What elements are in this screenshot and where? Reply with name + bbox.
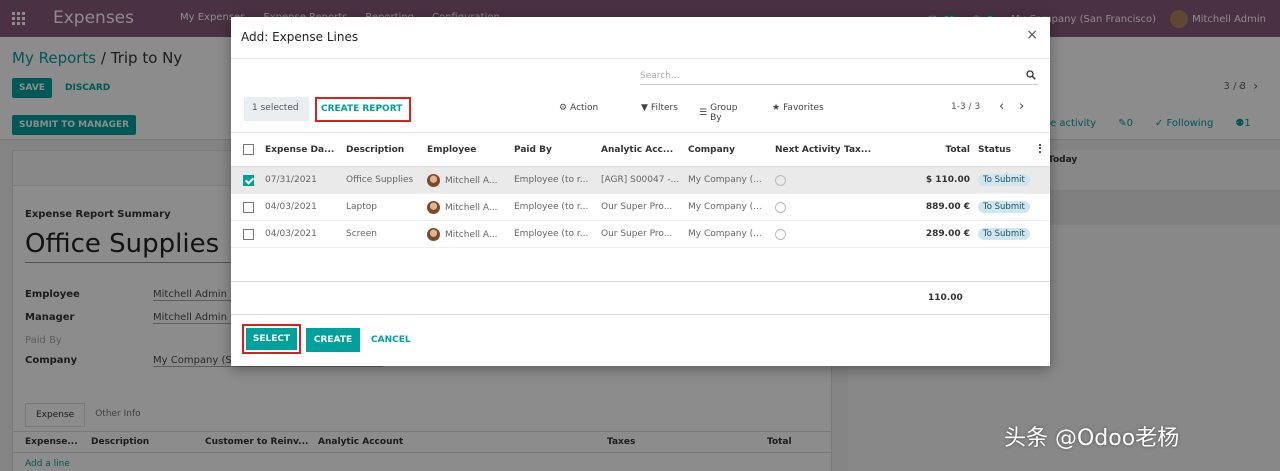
cell-status: To Submit bbox=[974, 166, 1035, 194]
cancel-button[interactable]: CANCEL bbox=[371, 328, 411, 352]
cell-date: 07/31/2021 bbox=[261, 166, 342, 194]
col-analytic-account[interactable]: Analytic Acc... bbox=[597, 132, 684, 167]
col-status[interactable]: Status bbox=[974, 132, 1035, 167]
cell-employee: Mitchell A... bbox=[423, 193, 510, 221]
cell-analytic: Our Super Pro... bbox=[597, 193, 684, 221]
cell-total: $ 110.00 bbox=[888, 166, 974, 194]
col-taxes[interactable]: Tax... bbox=[840, 132, 888, 167]
expense-lines-table: Expense Da... Description Employee Paid … bbox=[231, 132, 1050, 248]
cell-paid-by: Employee (to r... bbox=[510, 166, 597, 194]
cell-date: 04/03/2021 bbox=[261, 220, 342, 248]
cell-company: My Company (... bbox=[684, 193, 771, 221]
cell-analytic: [AGR] S00047 -... bbox=[597, 166, 684, 194]
cell-description: Laptop bbox=[342, 193, 423, 221]
cell-tax bbox=[840, 193, 888, 221]
cell-total: 289.00 € bbox=[888, 220, 974, 248]
table-row[interactable]: 04/03/2021 Laptop Mitchell A... Employee… bbox=[231, 193, 1050, 221]
row-checkbox[interactable] bbox=[231, 193, 261, 221]
select-button-highlight: SELECT bbox=[242, 324, 301, 354]
cell-paid-by: Employee (to r... bbox=[510, 220, 597, 248]
favorites-dropdown[interactable]: ★ Favorites bbox=[772, 103, 824, 113]
col-description[interactable]: Description bbox=[342, 132, 423, 167]
cell-status: To Submit bbox=[974, 220, 1035, 248]
col-employee[interactable]: Employee bbox=[423, 132, 510, 167]
table-row[interactable]: 04/03/2021 Screen Mitchell A... Employee… bbox=[231, 220, 1050, 248]
row-checkbox[interactable] bbox=[231, 220, 261, 248]
cell-total: 889.00 € bbox=[888, 193, 974, 221]
status-badge: To Submit bbox=[978, 201, 1030, 213]
pager-next-icon[interactable]: › bbox=[1019, 99, 1024, 114]
close-icon[interactable]: × bbox=[1026, 27, 1038, 43]
col-total[interactable]: Total bbox=[888, 132, 974, 167]
table-row[interactable]: 07/31/2021 Office Supplies Mitchell A...… bbox=[231, 166, 1050, 194]
search-input[interactable] bbox=[640, 67, 1020, 84]
modal-footer: SELECT CREATE CANCEL bbox=[231, 315, 1050, 366]
column-options-icon[interactable] bbox=[1035, 132, 1050, 167]
employee-avatar bbox=[427, 200, 440, 214]
group-by-icon: ☰ bbox=[699, 108, 708, 118]
status-badge: To Submit bbox=[978, 228, 1030, 240]
cell-tax bbox=[840, 166, 888, 194]
watermark: 头条 @Odoo老杨 bbox=[1004, 426, 1180, 451]
create-button[interactable]: CREATE bbox=[306, 328, 360, 352]
col-expense-date[interactable]: Expense Da... bbox=[261, 132, 342, 167]
filters-dropdown[interactable]: ▼ Filters bbox=[641, 103, 678, 113]
employee-avatar bbox=[427, 227, 440, 241]
cell-next-activity bbox=[771, 166, 840, 194]
clock-icon[interactable] bbox=[775, 228, 786, 240]
col-company[interactable]: Company bbox=[684, 132, 771, 167]
cell-employee: Mitchell A... bbox=[423, 220, 510, 248]
create-report-button[interactable]: CREATE REPORT bbox=[315, 97, 411, 122]
cell-date: 04/03/2021 bbox=[261, 193, 342, 221]
gear-icon: ⚙ bbox=[559, 103, 568, 113]
cell-company: My Company (... bbox=[684, 220, 771, 248]
checked-icon bbox=[243, 174, 254, 186]
clock-icon[interactable] bbox=[775, 174, 786, 186]
pager-prev-icon[interactable]: ‹ bbox=[999, 99, 1004, 114]
table-footer: 110.00 bbox=[231, 281, 1050, 315]
cell-description: Screen bbox=[342, 220, 423, 248]
cell-company: My Company (... bbox=[684, 166, 771, 194]
filter-icon: ▼ bbox=[641, 103, 648, 113]
cell-next-activity bbox=[771, 220, 840, 248]
footer-total: 110.00 bbox=[928, 293, 963, 303]
col-paid-by[interactable]: Paid By bbox=[510, 132, 597, 167]
cell-employee: Mitchell A... bbox=[423, 166, 510, 194]
action-dropdown[interactable]: ⚙ Action bbox=[559, 103, 598, 113]
select-button[interactable]: SELECT bbox=[246, 328, 297, 350]
select-all-checkbox[interactable] bbox=[231, 132, 261, 167]
star-icon: ★ bbox=[772, 103, 781, 113]
add-expense-lines-dialog: Add: Expense Lines × 1 selected CREATE R… bbox=[231, 17, 1050, 366]
modal-title: Add: Expense Lines bbox=[241, 30, 359, 44]
search-bar bbox=[640, 67, 1038, 85]
cell-paid-by: Employee (to r... bbox=[510, 193, 597, 221]
table-header-row: Expense Da... Description Employee Paid … bbox=[231, 132, 1050, 167]
modal-header: Add: Expense Lines × bbox=[231, 17, 1050, 59]
col-next-activity[interactable]: Next Activity bbox=[771, 132, 840, 167]
cell-next-activity bbox=[771, 193, 840, 221]
modal-pager[interactable]: 1-3 / 3 bbox=[951, 102, 980, 112]
group-by-dropdown[interactable]: ☰ Group By bbox=[699, 103, 737, 123]
selection-counter: 1 selected bbox=[244, 97, 309, 121]
employee-avatar bbox=[427, 173, 440, 187]
cell-description: Office Supplies bbox=[342, 166, 423, 194]
cell-status: To Submit bbox=[974, 193, 1035, 221]
row-checkbox[interactable] bbox=[231, 166, 261, 194]
status-badge: To Submit bbox=[978, 174, 1030, 186]
cell-analytic: Our Super Pro... bbox=[597, 220, 684, 248]
clock-icon[interactable] bbox=[775, 201, 786, 213]
search-icon[interactable] bbox=[1026, 70, 1036, 80]
cell-tax bbox=[840, 220, 888, 248]
